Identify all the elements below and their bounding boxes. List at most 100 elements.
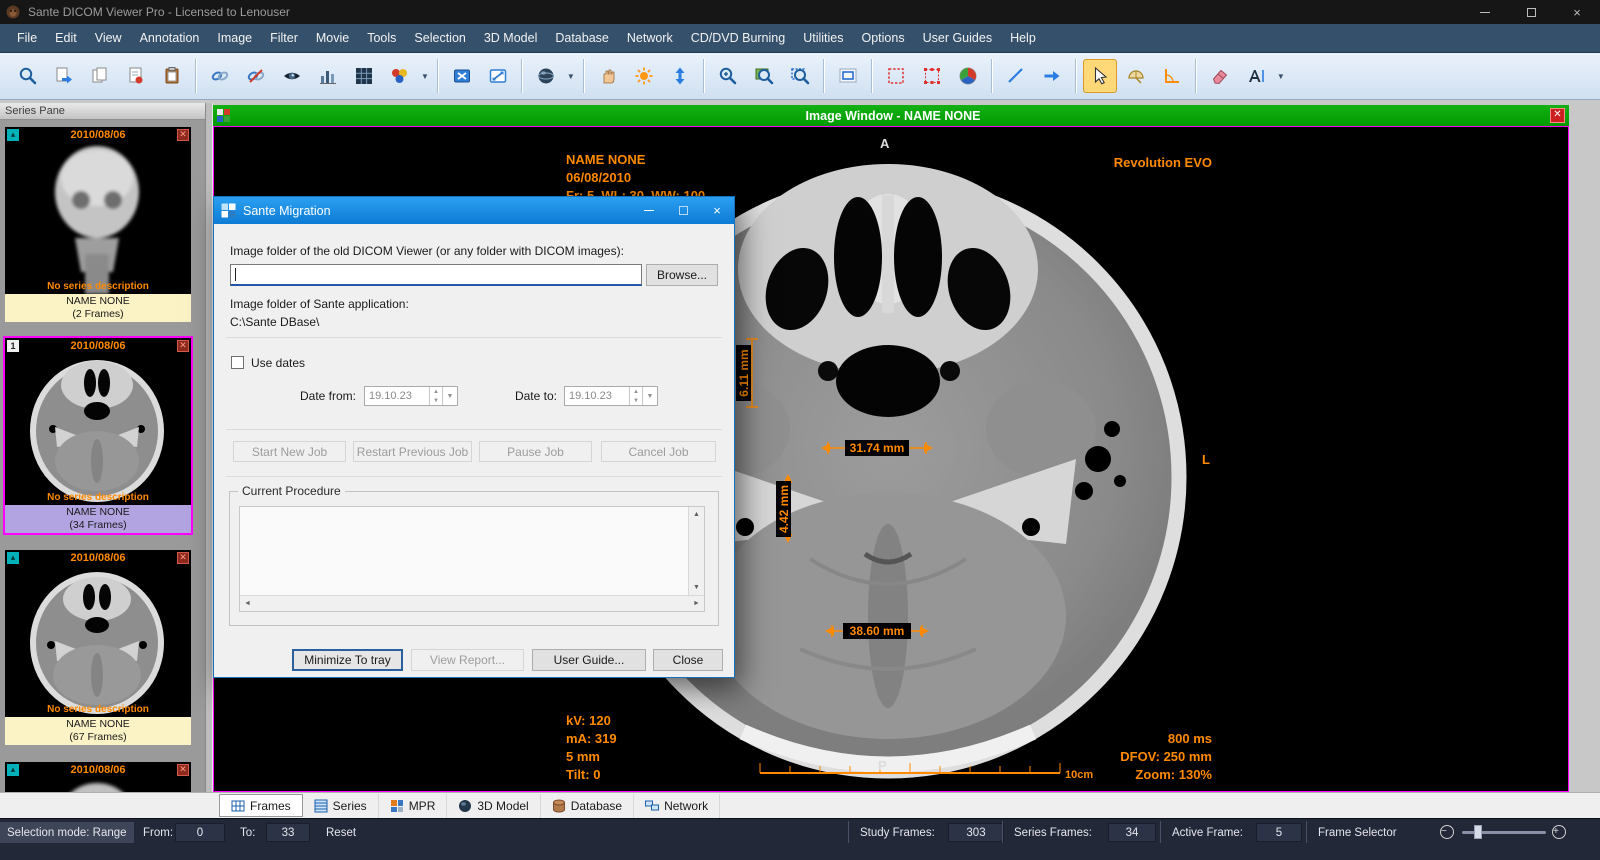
series-thumbnail-1[interactable]: ▴ 2010/08/06 ✕ No series description NAM… — [5, 127, 191, 322]
date-spinner[interactable]: ▲▼ — [629, 387, 642, 405]
source-folder-input[interactable] — [230, 264, 642, 286]
tab-mpr[interactable]: MPR — [379, 794, 448, 818]
image-window-close-icon[interactable]: ✕ — [1550, 108, 1565, 123]
close-series-icon[interactable]: ✕ — [177, 764, 189, 776]
sphere-3d-icon[interactable] — [529, 59, 563, 93]
zoom-preview-icon[interactable] — [11, 59, 45, 93]
export-image-icon[interactable] — [47, 59, 81, 93]
unlink-series-icon[interactable] — [239, 59, 273, 93]
save-report-icon[interactable] — [119, 59, 153, 93]
menu-network[interactable]: Network — [618, 24, 682, 52]
frame-slider-thumb[interactable] — [1474, 825, 1482, 839]
vertical-scrollbar[interactable]: ▲ ▼ — [688, 507, 704, 595]
start-new-job-button[interactable]: Start New Job — [233, 441, 346, 462]
pan-hand-icon[interactable] — [591, 59, 625, 93]
to-value[interactable]: 33 — [266, 823, 310, 842]
frame-plus-button[interactable]: + — [1552, 825, 1566, 839]
image-matrix-icon[interactable] — [347, 59, 381, 93]
restart-previous-job-button[interactable]: Restart Previous Job — [353, 441, 472, 462]
menu-annotation[interactable]: Annotation — [131, 24, 209, 52]
zoom-in-icon[interactable] — [711, 59, 745, 93]
tab-3d-model[interactable]: 3D Model — [447, 794, 540, 818]
user-guide-button[interactable]: User Guide... — [532, 649, 646, 671]
roi-handles-icon[interactable] — [915, 59, 949, 93]
dialog-titlebar[interactable]: Sante Migration × — [214, 197, 734, 224]
series-thumbnail-4[interactable]: ▴ 2010/08/06 ✕ — [5, 762, 191, 792]
close-series-icon[interactable]: ✕ — [177, 552, 189, 564]
menu-cd-dvd-burning[interactable]: CD/DVD Burning — [682, 24, 794, 52]
close-series-icon[interactable]: ✕ — [177, 129, 189, 141]
menu-3d-model[interactable]: 3D Model — [475, 24, 547, 52]
thumbnail-image[interactable]: No series description — [5, 565, 191, 717]
menu-database[interactable]: Database — [546, 24, 618, 52]
thumbnail-image[interactable] — [5, 777, 191, 792]
dialog-maximize-button[interactable] — [666, 197, 700, 224]
close-button[interactable]: × — [1554, 0, 1600, 24]
spin-up-icon[interactable]: ▲ — [430, 387, 442, 396]
date-to-field[interactable]: 19.10.23 ▲▼ ▼ — [564, 386, 658, 406]
angle-tool-icon[interactable] — [1155, 59, 1189, 93]
close-dialog-button[interactable]: Close — [653, 649, 723, 671]
dropdown-arrow-icon[interactable]: ▼ — [567, 72, 575, 81]
scroll-left-icon[interactable]: ◄ — [240, 596, 255, 611]
thumbnail-image[interactable]: No series description — [5, 142, 191, 294]
maximize-button[interactable] — [1508, 0, 1554, 24]
view-report-button[interactable]: View Report... — [411, 649, 524, 671]
color-channels-icon[interactable] — [383, 59, 417, 93]
dialog-close-button[interactable]: × — [700, 197, 734, 224]
dialog-minimize-button[interactable] — [632, 197, 666, 224]
spin-up-icon[interactable]: ▲ — [630, 387, 642, 396]
calendar-dropdown-icon[interactable]: ▼ — [442, 387, 457, 405]
roi-rectangle-icon[interactable] — [879, 59, 913, 93]
menu-user-guides[interactable]: User Guides — [914, 24, 1001, 52]
tab-series[interactable]: Series — [303, 794, 379, 818]
line-tool-icon[interactable] — [999, 59, 1033, 93]
fit-to-window-icon[interactable] — [445, 59, 479, 93]
menu-help[interactable]: Help — [1001, 24, 1045, 52]
zoom-region-icon[interactable] — [747, 59, 781, 93]
layout-grid-icon[interactable] — [217, 109, 230, 122]
calendar-dropdown-icon[interactable]: ▼ — [642, 387, 657, 405]
close-series-icon[interactable]: ✕ — [177, 340, 189, 352]
series-thumbnail-2[interactable]: 1 2010/08/06 ✕ No series description NAM… — [5, 338, 191, 533]
browse-button[interactable]: Browse... — [646, 264, 718, 286]
color-wheel-icon[interactable] — [951, 59, 985, 93]
tab-network[interactable]: Network — [634, 794, 720, 818]
use-dates-checkbox[interactable] — [231, 356, 244, 369]
arrow-tool-icon[interactable] — [1035, 59, 1069, 93]
menu-options[interactable]: Options — [853, 24, 914, 52]
dropdown-arrow-icon[interactable]: ▼ — [421, 72, 429, 81]
minimize-to-tray-button[interactable]: Minimize To tray — [292, 649, 403, 671]
thumbnail-image[interactable]: No series description — [5, 353, 191, 505]
menu-tools[interactable]: Tools — [358, 24, 405, 52]
date-from-field[interactable]: 19.10.23 ▲▼ ▼ — [364, 386, 458, 406]
pane-splitter[interactable] — [205, 103, 213, 792]
menu-file[interactable]: File — [8, 24, 46, 52]
series-thumbnail-3[interactable]: ▴ 2010/08/06 ✕ No series description NAM… — [5, 550, 191, 745]
brightness-sun-icon[interactable] — [627, 59, 661, 93]
measurement-4mm[interactable]: 4.42 mm — [776, 474, 793, 543]
menu-view[interactable]: View — [86, 24, 131, 52]
protractor-tool-icon[interactable] — [1119, 59, 1153, 93]
minimize-button[interactable] — [1462, 0, 1508, 24]
reset-button[interactable]: Reset — [326, 822, 356, 843]
zoom-select-icon[interactable] — [783, 59, 817, 93]
menu-selection[interactable]: Selection — [405, 24, 474, 52]
date-spinner[interactable]: ▲▼ — [429, 387, 442, 405]
copy-image-icon[interactable] — [83, 59, 117, 93]
paste-image-icon[interactable] — [155, 59, 189, 93]
scroll-up-icon[interactable]: ▲ — [689, 507, 704, 522]
pointer-tool-icon[interactable] — [1083, 59, 1117, 93]
eraser-tool-icon[interactable] — [1203, 59, 1237, 93]
show-overlays-eye-icon[interactable] — [275, 59, 309, 93]
dropdown-arrow-icon[interactable]: ▼ — [1277, 72, 1285, 81]
spin-down-icon[interactable]: ▼ — [630, 396, 642, 405]
menu-filter[interactable]: Filter — [261, 24, 307, 52]
link-series-icon[interactable] — [203, 59, 237, 93]
cancel-job-button[interactable]: Cancel Job — [601, 441, 716, 462]
rectangle-select-icon[interactable] — [831, 59, 865, 93]
tab-database[interactable]: Database — [541, 794, 634, 818]
procedure-list[interactable]: ▲ ▼ ◄ ► — [239, 506, 705, 612]
menu-movie[interactable]: Movie — [307, 24, 358, 52]
spin-down-icon[interactable]: ▼ — [430, 396, 442, 405]
